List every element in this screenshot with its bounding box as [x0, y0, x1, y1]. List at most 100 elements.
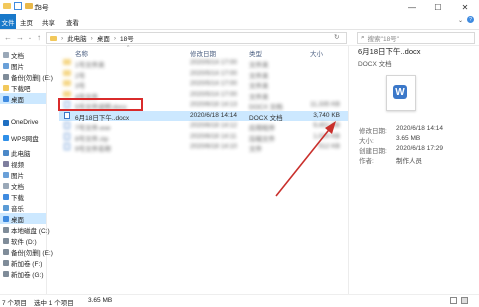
sidebar-item-onedrive[interactable]: OneDrive	[0, 117, 46, 128]
sidebar-item-label: 桌面	[11, 96, 24, 104]
folder-icon	[3, 84, 9, 91]
minimize-button[interactable]: —	[402, 0, 422, 14]
maximize-button[interactable]: ☐	[428, 0, 448, 14]
folder-icon[interactable]	[25, 3, 33, 9]
file-type: 文件夹	[249, 83, 269, 90]
status-bar: 7 个项目 选中 1 个项目 3.65 MB	[0, 294, 479, 307]
sidebar-item-desktop[interactable]: 桌面	[0, 93, 46, 104]
document-icon	[64, 111, 70, 119]
document-icon	[3, 51, 9, 58]
folder-icon	[50, 35, 57, 41]
tab-file[interactable]: 文件	[0, 14, 16, 29]
folder-icon[interactable]	[3, 3, 11, 9]
download-icon	[3, 193, 9, 200]
sidebar-item-label: 此电脑	[11, 150, 31, 158]
ribbon: 文件 主页 共享 查看 ⌄ ?	[0, 14, 479, 30]
file-size: 11,335 KB	[310, 101, 340, 108]
sidebar-item-label: 图片	[11, 172, 24, 180]
help-icon[interactable]: ?	[467, 16, 474, 23]
close-button[interactable]: ✕	[455, 0, 475, 14]
address-input[interactable]: › 此电脑 › 桌面 › 18号	[46, 32, 347, 44]
chevron-right-icon: ›	[90, 34, 93, 42]
selected-file-row[interactable]: 6月18日下午..docx 2020/6/18 14:14 DOCX 文档 3,740…	[59, 110, 390, 122]
chevron-right-icon: ›	[113, 34, 117, 42]
sidebar-item-drive[interactable]: 软件 (D:)	[0, 235, 46, 246]
column-header-name[interactable]: 名称	[75, 48, 88, 58]
file-date: 2020/5/14 17:00	[190, 80, 237, 87]
title-bar: ▾ 18号 — ☐ ✕	[0, 0, 479, 15]
sidebar-item-video[interactable]: 视频	[0, 158, 46, 169]
sidebar-item-label: 音乐	[11, 205, 24, 213]
sidebar-item-picture[interactable]: 图片	[0, 60, 46, 71]
sidebar-item-label: 本地磁盘 (C:)	[11, 227, 50, 235]
breadcrumb-this-pc[interactable]: 此电脑	[67, 33, 87, 43]
refresh-icon[interactable]: ↻	[334, 33, 339, 41]
sidebar-item-drive[interactable]: 新加卷 (G:)	[0, 268, 46, 279]
preview-prop-label: 创建日期:	[359, 148, 387, 155]
sidebar-item-download[interactable]: 下载	[0, 191, 46, 202]
sidebar-item-music[interactable]: 音乐	[0, 202, 46, 213]
sidebar-item-label: WPS网盘	[11, 135, 39, 143]
column-header-size[interactable]: 大小	[310, 48, 323, 58]
back-button[interactable]: ←	[2, 32, 14, 43]
folder-icon	[63, 59, 71, 65]
column-header-date[interactable]: 修改日期	[190, 48, 216, 58]
ribbon-expand-icon[interactable]: ⌄	[458, 17, 463, 24]
column-header-type[interactable]: 类型	[249, 48, 262, 58]
breadcrumb-folder[interactable]: 18号	[120, 33, 134, 43]
folder-icon	[63, 80, 71, 86]
file-row[interactable]: 3号 2020/5/14 17:00 文件夹	[59, 79, 390, 90]
file-row[interactable]: 1号文件夹 2020/5/14 17:00 文件夹	[59, 58, 390, 69]
sidebar-item-drive[interactable]: 备份[勿删] (E:)	[0, 246, 53, 257]
sidebar-item-label: 新加卷 (G:)	[11, 271, 44, 279]
drive-icon	[3, 226, 9, 233]
search-input[interactable]: ⌕ 搜索"18号"	[357, 32, 475, 44]
file-type: 文件夹	[249, 72, 269, 80]
desktop-icon	[3, 95, 9, 102]
tab-view[interactable]: 查看	[66, 17, 79, 27]
file-date: 2020/5/14 17:00	[190, 90, 237, 98]
sidebar-item-label: OneDrive	[11, 119, 39, 126]
file-date: 2020/6/18 14:11	[190, 132, 237, 140]
file-name: 7号文件.exe	[75, 125, 111, 132]
preview-prop-value: 2020/6/18 14:14	[396, 125, 443, 132]
sidebar-item-document[interactable]: 文档	[0, 180, 46, 191]
annotation-arrow	[275, 121, 336, 197]
file-name: 8号文件.zip	[75, 135, 109, 143]
preview-pane: 6月18日下午..docx DOCX 文档 W 修改日期: 2020/6/18 1…	[348, 46, 479, 294]
tab-home[interactable]: 主页	[20, 17, 33, 27]
breadcrumb-desktop[interactable]: 桌面	[97, 33, 110, 43]
up-button[interactable]: ↑	[33, 32, 45, 43]
file-row[interactable]: 7号文件.exe 2020/6/18 14:12 应用程序 9,451 KB	[59, 121, 390, 132]
music-icon	[3, 204, 9, 211]
tab-share[interactable]: 共享	[42, 17, 55, 27]
sidebar-item-label: 软件 (D:)	[11, 238, 37, 246]
file-type: DOCX 文档	[249, 104, 283, 111]
checkbox-icon[interactable]	[14, 2, 22, 10]
sidebar-item-desktop[interactable]: 桌面	[0, 213, 46, 224]
window-title: 18号	[34, 5, 49, 12]
navigation-pane: 文档 图片 备份[勿删] (E:) 下载吧 桌面 OneDrive WPS网盘 此电脑 视频 图片…	[0, 46, 53, 294]
large-icons-view-icon[interactable]	[461, 297, 468, 304]
details-view-icon[interactable]	[450, 297, 457, 304]
sidebar-item-label: 文档	[11, 52, 24, 60]
cloud-icon	[3, 134, 9, 141]
drive-icon	[3, 237, 9, 244]
file-row[interactable]: 9号文件名称 2020/6/18 14:10 文件 512 KB	[59, 142, 390, 153]
sidebar-item-computer[interactable]: 此电脑	[0, 147, 46, 158]
picture-icon	[3, 171, 9, 178]
file-row[interactable]: 8号文件.zip 2020/6/18 14:11 压缩文件 1,024 KB	[59, 132, 390, 143]
sidebar-item-document[interactable]: 文档	[0, 49, 46, 60]
sidebar-item-drive[interactable]: 备份[勿删] (E:)	[0, 71, 53, 82]
file-date: 2020/5/14 17:00	[190, 59, 237, 66]
sidebar-item-picture[interactable]: 图片	[0, 169, 46, 180]
sidebar-item-drive[interactable]: 本地磁盘 (C:)	[0, 224, 50, 235]
file-row[interactable]: 2号 2020/5/14 17:00 文件夹	[59, 69, 390, 80]
sidebar-item-folder[interactable]: 下载吧	[0, 82, 46, 93]
drive-icon	[3, 270, 9, 277]
computer-icon	[3, 149, 9, 156]
sidebar-item-drive[interactable]: 新加卷 (F:)	[0, 257, 46, 268]
preview-prop-label: 作者:	[359, 158, 374, 165]
file-date: 2020/6/18 14:13	[190, 101, 237, 108]
sidebar-item-cloud[interactable]: WPS网盘	[0, 132, 46, 143]
